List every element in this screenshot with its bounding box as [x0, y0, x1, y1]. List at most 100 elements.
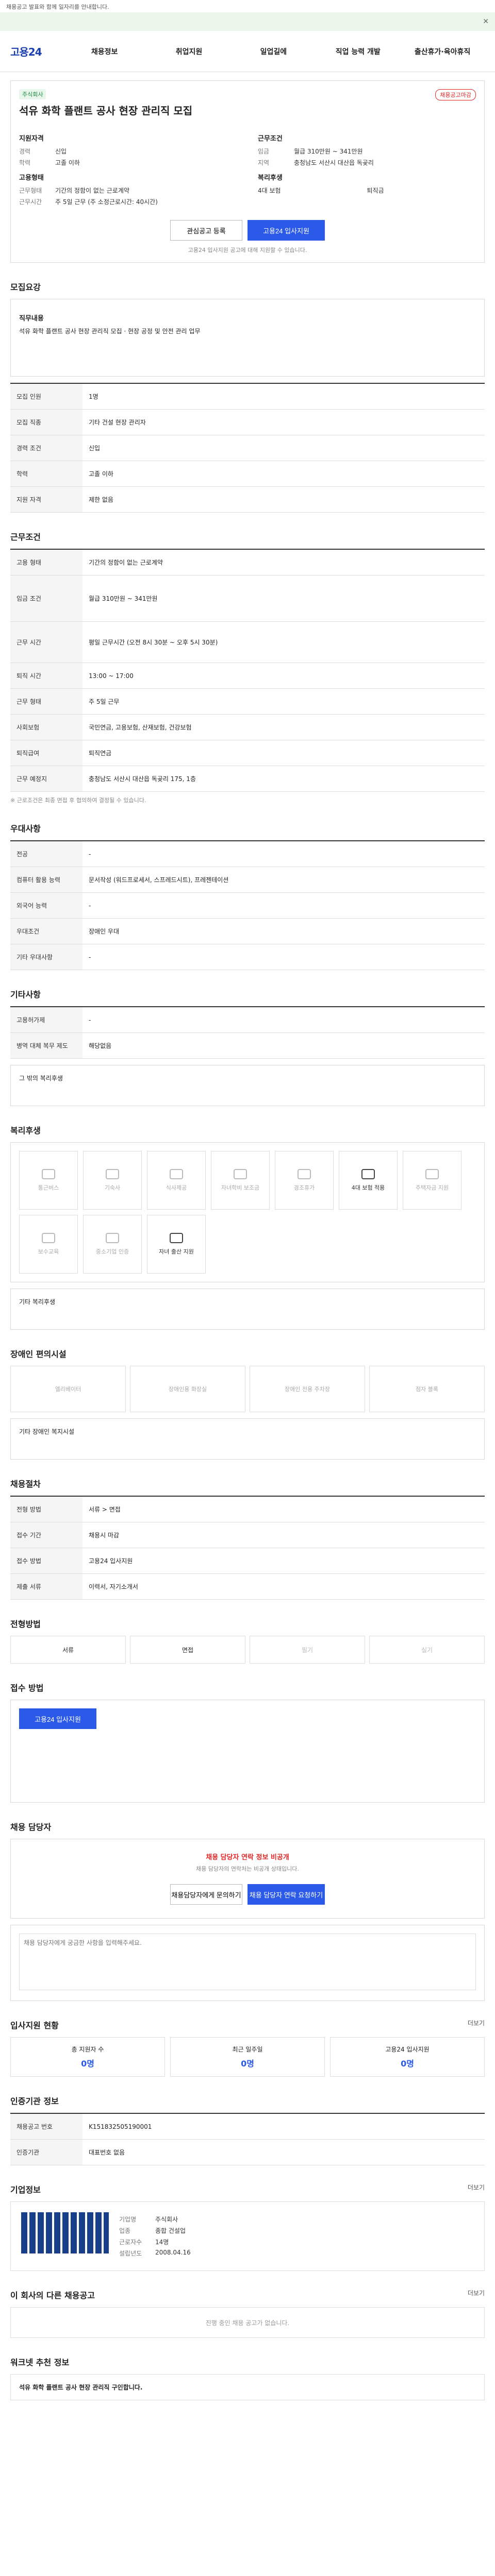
apply-note: 고용24 입사지원 공고에 대해 지원할 수 있습니다.	[188, 247, 307, 253]
field-value: 충청남도 서산시 대산읍 독곶리	[294, 159, 374, 166]
field-value: 2008.04.16	[155, 2249, 191, 2256]
education-icon	[42, 1233, 55, 1243]
table-row: 근무 시간 평일 근무시간 (오전 8시 30분 ~ 오후 5시 30분)	[10, 621, 485, 663]
cell-value: 국민연금, 고용보험, 산재보험, 건강보험	[82, 714, 485, 740]
stat-list: 총 지원자 수 0명 최근 일주일 0명 고용24 입사지원 0명	[10, 2037, 485, 2077]
cell-label: 병역 대체 복무 제도	[10, 1032, 82, 1059]
certificate-icon	[106, 1233, 119, 1243]
work-table: 고용 형태 기간의 정함이 없는 근로계약 임금 조건 월급 310만원 ~ 341…	[10, 549, 485, 792]
field-label: 근무형태	[19, 187, 42, 194]
company-logo	[21, 2212, 109, 2253]
gnb-item[interactable]: 취업지원	[147, 46, 232, 57]
save-job-button[interactable]: 관심공고 등록	[170, 220, 242, 241]
meal-icon	[170, 1169, 183, 1179]
baby-icon	[170, 1233, 183, 1243]
cell-label: 임금 조건	[10, 575, 82, 622]
cell-value: 월급 310만원 ~ 341만원	[82, 575, 485, 622]
etc-table: 고용허가제 - 병역 대체 복무 제도 해당없음	[10, 1006, 485, 1059]
table-row: 컴퓨터 활용 능력 문서작성 (워드프로세서, 스프레드시트), 프레젠테이션	[10, 867, 485, 893]
duty-box: 직무내용 석유 화학 플랜트 공사 현장 관리직 모집 · 현장 공정 및 안전…	[10, 299, 485, 377]
table-row: 고용 형태 기간의 정함이 없는 근로계약	[10, 549, 485, 575]
table-row: 제출 서류 이력서, 자기소개서	[10, 1573, 485, 1600]
welfare-card: 보수교육	[19, 1215, 78, 1274]
duty-text: 석유 화학 플랜트 공사 현장 관리직 모집 · 현장 공정 및 안전 관리 업…	[19, 328, 201, 335]
more-link[interactable]: 더보기	[468, 2183, 485, 2192]
table-row: 경력 조건 신입	[10, 435, 485, 461]
section-title: 인증기관 정보	[10, 2096, 59, 2106]
contact-inquiry-button[interactable]: 채용담당자에게 문의하기	[170, 1884, 242, 1905]
cell-value: -	[82, 841, 485, 867]
gnb-item[interactable]: 출산휴가·육아휴직	[400, 46, 485, 57]
section-title: 근무조건	[10, 532, 41, 542]
cell-label: 고용허가제	[10, 1007, 82, 1033]
cell-value: 이력서, 자기소개서	[82, 1573, 485, 1600]
field-value: 종합 건설업	[155, 2227, 186, 2234]
field-value: 신입	[55, 148, 67, 155]
inquiry-box	[10, 1925, 485, 2001]
table-row: 근무 형태 주 5일 근무	[10, 688, 485, 715]
process-table: 전형 방법 서류 > 면접 접수 기간 채용시 마감 접수 방법 고용24 입사지원 …	[10, 1496, 485, 1600]
close-icon[interactable]: ✕	[483, 18, 489, 26]
apply-method-button[interactable]: 고용24 입사지원	[19, 1708, 96, 1729]
section-title: 기타사항	[10, 990, 41, 999]
stat-item: 최근 일주일 0명	[170, 2037, 325, 2077]
stat-value: 0명	[401, 2059, 414, 2069]
field-value: 주 5일 근무 (주 소정근로시간: 40시간)	[55, 198, 158, 206]
cell-label: 기타 우대사항	[10, 944, 82, 970]
stat-value: 0명	[241, 2059, 254, 2069]
bus-icon	[42, 1169, 55, 1179]
table-row: 퇴직급여 퇴직연금	[10, 740, 485, 766]
field-value: 14명	[155, 2239, 169, 2246]
cell-label: 고용 형태	[10, 549, 82, 575]
cell-label: 컴퓨터 활용 능력	[10, 867, 82, 893]
stat-label: 최근 일주일	[232, 2046, 263, 2053]
cell-label: 경력 조건	[10, 435, 82, 461]
section-title-text: 기업정보	[10, 2185, 41, 2195]
welfare-label: 경조휴가	[293, 1184, 315, 1191]
company-card: 기업명 주식회사 업종 종합 건설업 근로자수 14명 설립년도 2008.04.16	[10, 2201, 485, 2271]
cell-value: 고졸 이하	[82, 461, 485, 487]
brand-logo[interactable]: 고용24	[10, 44, 42, 59]
table-row: 전공 -	[10, 841, 485, 867]
contact-alert-sub: 채용 담당자의 연락처는 비공개 상태입니다.	[196, 1866, 299, 1872]
field-value: 월급 310만원 ~ 341만원	[294, 148, 363, 155]
welfare-card: 통근버스	[19, 1151, 78, 1210]
table-row: 임금 조건 월급 310만원 ~ 341만원	[10, 575, 485, 622]
cell-label: 퇴직 시간	[10, 663, 82, 689]
apply-button[interactable]: 고용24 입사지원	[248, 220, 325, 241]
emp-title: 고용형태	[19, 174, 44, 182]
section-title: 우대사항	[10, 824, 41, 834]
section-title: 이 회사의 다른 채용공고 더보기	[10, 2289, 485, 2301]
welfare-label: 자녀학비 보조금	[221, 1184, 260, 1191]
welfare-card: 기숙사	[83, 1151, 142, 1210]
facility-cards: 엘리베이터 장애인용 화장실 장애인 전용 주차장 점자 블록	[10, 1366, 485, 1412]
contact-request-button[interactable]: 채용 담당자 연락 요청하기	[248, 1884, 325, 1905]
more-link[interactable]: 더보기	[468, 2289, 485, 2297]
cell-value: -	[82, 892, 485, 919]
inquiry-input[interactable]	[19, 1934, 476, 1990]
recommend-card[interactable]: 석유 화학 플랜트 공사 현장 관리직 구인합니다.	[10, 2374, 485, 2400]
leave-icon	[298, 1169, 311, 1179]
section-title: 접수 방법	[10, 1683, 44, 1693]
gnb-item[interactable]: 직업 능력 개발	[316, 46, 400, 57]
more-link[interactable]: 더보기	[468, 2019, 485, 2027]
table-row: 인증기관 대표번호 없음	[10, 2139, 485, 2165]
welfare-card: 4대 보험 적용	[339, 1151, 398, 1210]
welfare-label: 기숙사	[104, 1184, 121, 1191]
cell-label: 전공	[10, 841, 82, 867]
gnb-item[interactable]: 채용정보	[62, 46, 147, 57]
gnb-item[interactable]: 일업길에	[231, 46, 316, 57]
pref-table: 전공 - 컴퓨터 활용 능력 문서작성 (워드프로세서, 스프레드시트), 프레젠테…	[10, 840, 485, 970]
table-row: 우대조건 장애인 우대	[10, 918, 485, 944]
cell-label: 제출 서류	[10, 1573, 82, 1600]
cell-label: 근무 예정지	[10, 766, 82, 792]
cell-value: 1명	[82, 383, 485, 410]
recommend-title: 석유 화학 플랜트 공사 현장 관리직 구인합니다.	[19, 2384, 143, 2391]
method-item: 필기	[250, 1636, 365, 1664]
house-icon	[425, 1169, 439, 1179]
school-icon	[234, 1169, 247, 1179]
welfare-card: 주택자금 지원	[403, 1151, 461, 1210]
welfare-tag: 퇴직금	[367, 187, 384, 194]
section-title: 워크넷 추천 정보	[10, 2358, 70, 2367]
welfare-card: 자녀 출산 지원	[147, 1215, 206, 1274]
